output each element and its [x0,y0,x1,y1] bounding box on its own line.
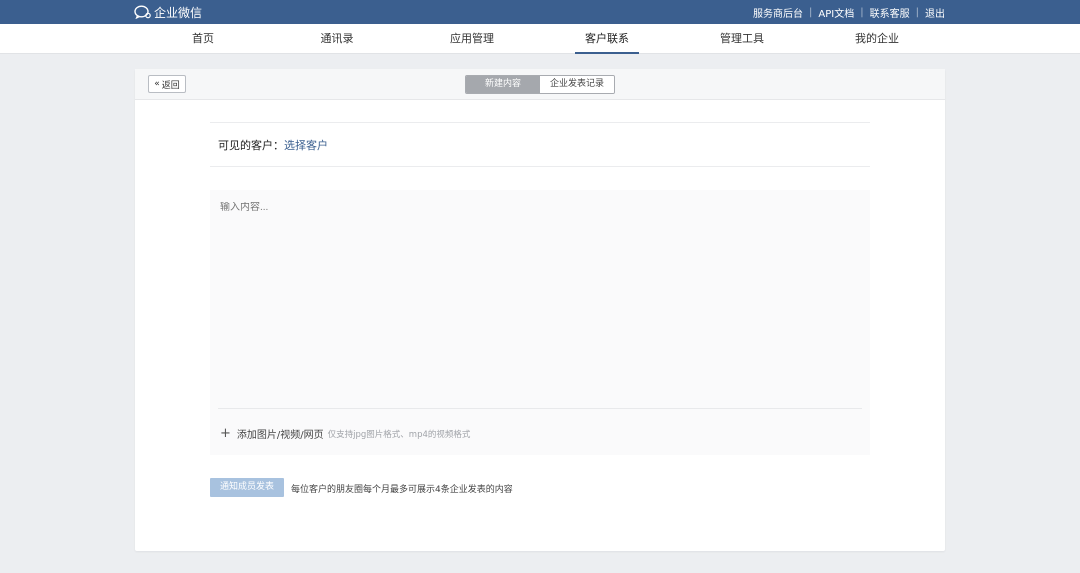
link-api-docs[interactable]: API文档 [818,5,854,20]
visible-customers-label: 可见的客户： [218,139,284,152]
link-separator: | [860,6,864,18]
visible-customers-row: 可见的客户：选择客户 [218,137,328,153]
tab-new-content[interactable]: 新建内容 [466,76,540,93]
divider [210,166,870,167]
nav-item-tools[interactable]: 管理工具 [677,24,807,54]
link-logout[interactable]: 退出 [925,5,945,20]
top-links: 服务商后台 | API文档 | 联系客服 | 退出 [753,0,945,24]
card-header: « 返回 新建内容 企业发表记录 [135,69,945,100]
nav-item-customer-contact[interactable]: 客户联系 [542,24,672,54]
content-editor: + 添加图片/视频/网页 仅支持jpg图片格式、mp4的视频格式 [210,190,870,455]
main-nav: 首页 通讯录 应用管理 客户联系 管理工具 我的企业 [0,24,1080,54]
add-media-label: 添加图片/视频/网页 [236,430,324,441]
content-input[interactable] [220,202,860,213]
link-contact-support[interactable]: 联系客服 [870,5,910,20]
chat-bubble-icon [134,5,151,19]
plus-icon: + [220,426,231,441]
nav-item-home[interactable]: 首页 [138,24,268,54]
notify-hint: 每位客户的朋友圈每个月最多可展示4条企业发表的内容 [291,485,513,495]
brand-logo[interactable]: 企业微信 [134,3,202,21]
select-customers-link[interactable]: 选择客户 [284,139,328,152]
link-separator: | [915,6,919,18]
link-separator: | [809,6,813,18]
editor-divider [218,408,862,409]
add-media-hint: 仅支持jpg图片格式、mp4的视频格式 [327,429,471,440]
brand-name: 企业微信 [154,5,203,20]
back-button[interactable]: « 返回 [148,75,186,93]
segmented-tabs: 新建内容 企业发表记录 [465,75,615,94]
nav-item-contacts[interactable]: 通讯录 [272,24,402,54]
top-bar: 企业微信 服务商后台 | API文档 | 联系客服 | 退出 [0,0,1080,24]
notify-members-button[interactable]: 通知成员发表 [210,478,284,497]
link-provider-admin[interactable]: 服务商后台 [753,5,803,20]
nav-item-my-company[interactable]: 我的企业 [812,24,942,54]
chevron-left-icon: « [154,79,160,89]
nav-item-apps[interactable]: 应用管理 [407,24,537,54]
back-label: 返回 [161,80,180,91]
add-media-button[interactable]: + 添加图片/视频/网页 仅支持jpg图片格式、mp4的视频格式 [220,426,470,441]
content-card: « 返回 新建内容 企业发表记录 可见的客户：选择客户 + 添加图片/视频/网页… [135,69,945,551]
divider [210,122,870,123]
footer-links [0,564,1080,573]
tab-publish-records[interactable]: 企业发表记录 [540,76,614,93]
